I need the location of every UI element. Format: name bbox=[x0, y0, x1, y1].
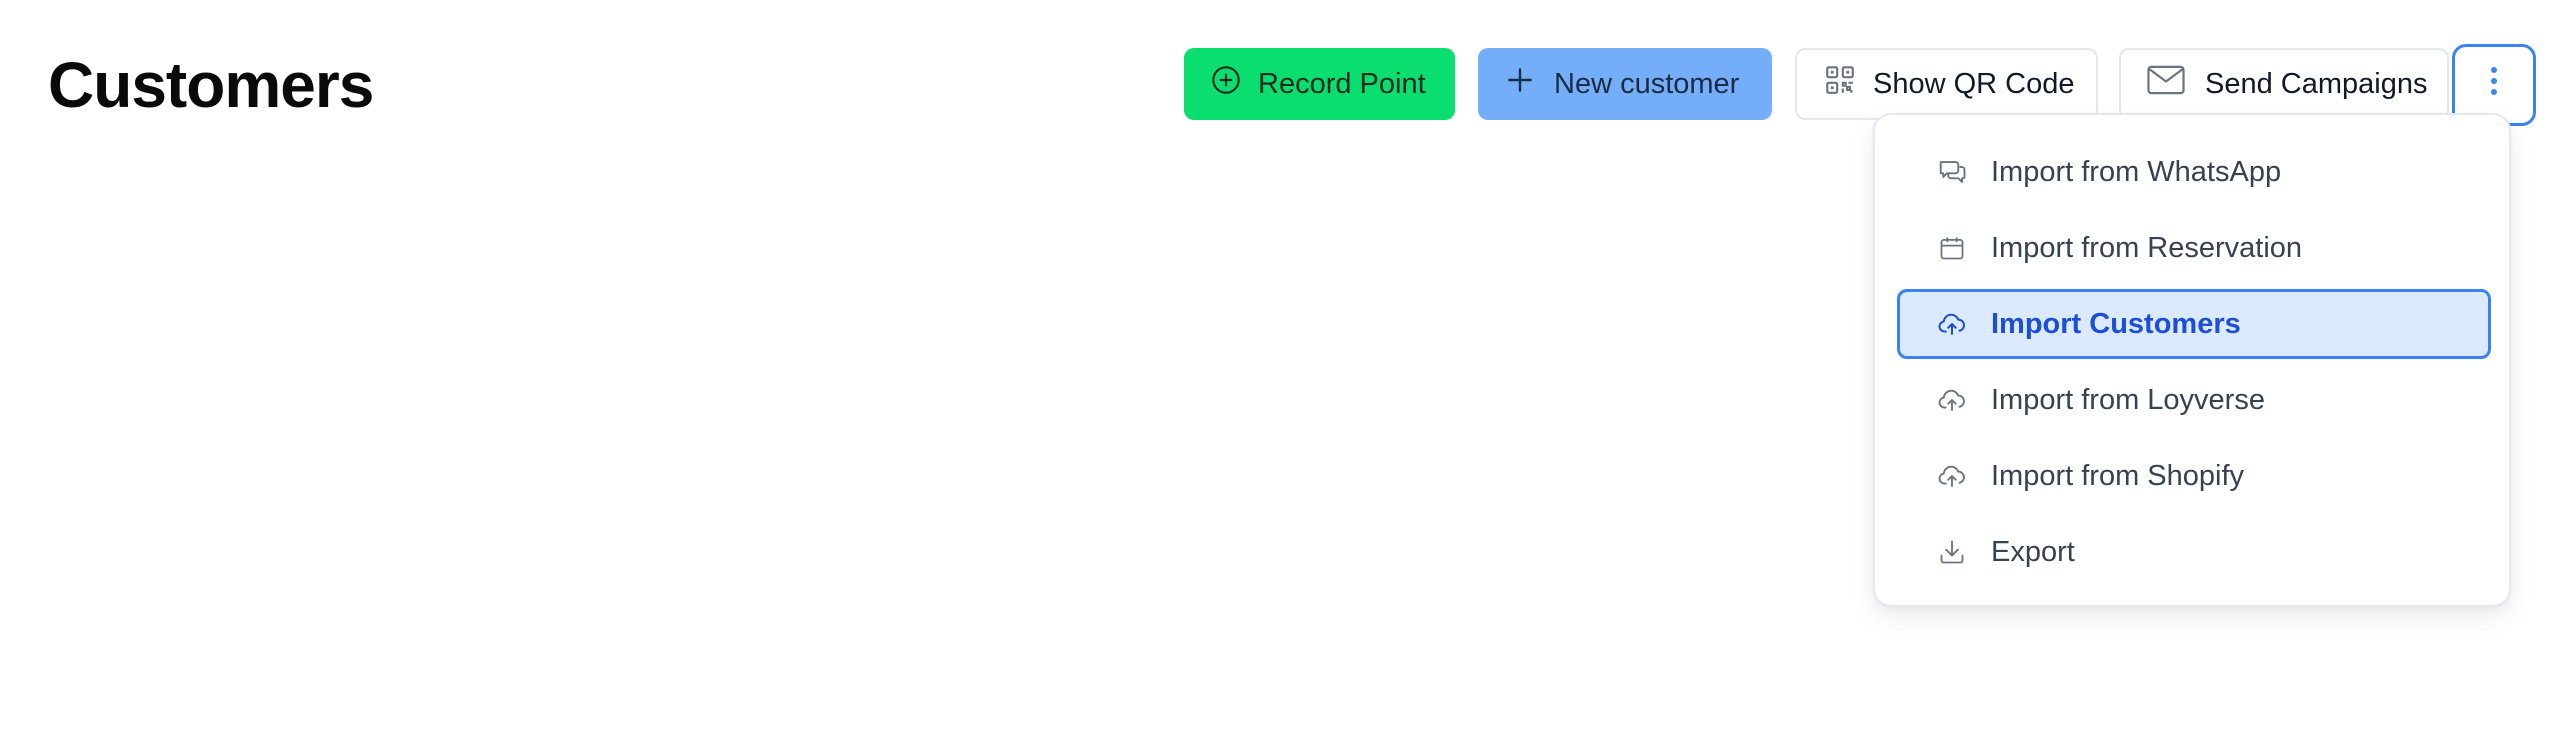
send-campaigns-button[interactable]: Send Campaigns bbox=[2119, 48, 2449, 120]
qr-code-icon bbox=[1823, 63, 1857, 105]
new-customer-label: New customer bbox=[1554, 67, 1740, 100]
record-point-button[interactable]: Record Point bbox=[1184, 48, 1455, 120]
show-qr-code-label: Show QR Code bbox=[1873, 67, 2075, 100]
show-qr-code-button[interactable]: Show QR Code bbox=[1795, 48, 2098, 120]
menu-item-label: Export bbox=[1991, 535, 2075, 568]
chat-bubbles-icon bbox=[1937, 157, 1967, 187]
menu-item-label: Import from Shopify bbox=[1991, 459, 2245, 492]
send-campaigns-label: Send Campaigns bbox=[2205, 67, 2428, 100]
calendar-icon bbox=[1937, 233, 1967, 263]
menu-item-label: Import from WhatsApp bbox=[1991, 155, 2282, 188]
menu-item-import-whatsapp[interactable]: Import from WhatsApp bbox=[1897, 137, 2491, 207]
more-options-menu: Import from WhatsApp Import from Reserva… bbox=[1873, 113, 2511, 607]
menu-item-import-loyverse[interactable]: Import from Loyverse bbox=[1897, 365, 2491, 435]
menu-item-label: Import from Loyverse bbox=[1991, 383, 2265, 416]
menu-item-import-customers[interactable]: Import Customers bbox=[1897, 289, 2491, 359]
menu-item-export[interactable]: Export bbox=[1897, 517, 2491, 587]
vertical-dots-icon bbox=[2489, 66, 2499, 104]
menu-item-label: Import from Reservation bbox=[1991, 231, 2303, 264]
new-customer-button[interactable]: New customer bbox=[1478, 48, 1772, 120]
menu-item-import-reservation[interactable]: Import from Reservation bbox=[1897, 213, 2491, 283]
plus-icon bbox=[1504, 64, 1536, 104]
plus-circle-icon bbox=[1210, 64, 1242, 104]
menu-item-import-shopify[interactable]: Import from Shopify bbox=[1897, 441, 2491, 511]
envelope-icon bbox=[2147, 65, 2185, 103]
cloud-upload-icon bbox=[1937, 309, 1967, 339]
record-point-label: Record Point bbox=[1258, 67, 1426, 100]
page-title: Customers bbox=[48, 49, 374, 121]
menu-item-label: Import Customers bbox=[1991, 307, 2241, 340]
download-icon bbox=[1937, 537, 1967, 567]
cloud-upload-icon bbox=[1937, 461, 1967, 491]
cloud-upload-icon bbox=[1937, 385, 1967, 415]
